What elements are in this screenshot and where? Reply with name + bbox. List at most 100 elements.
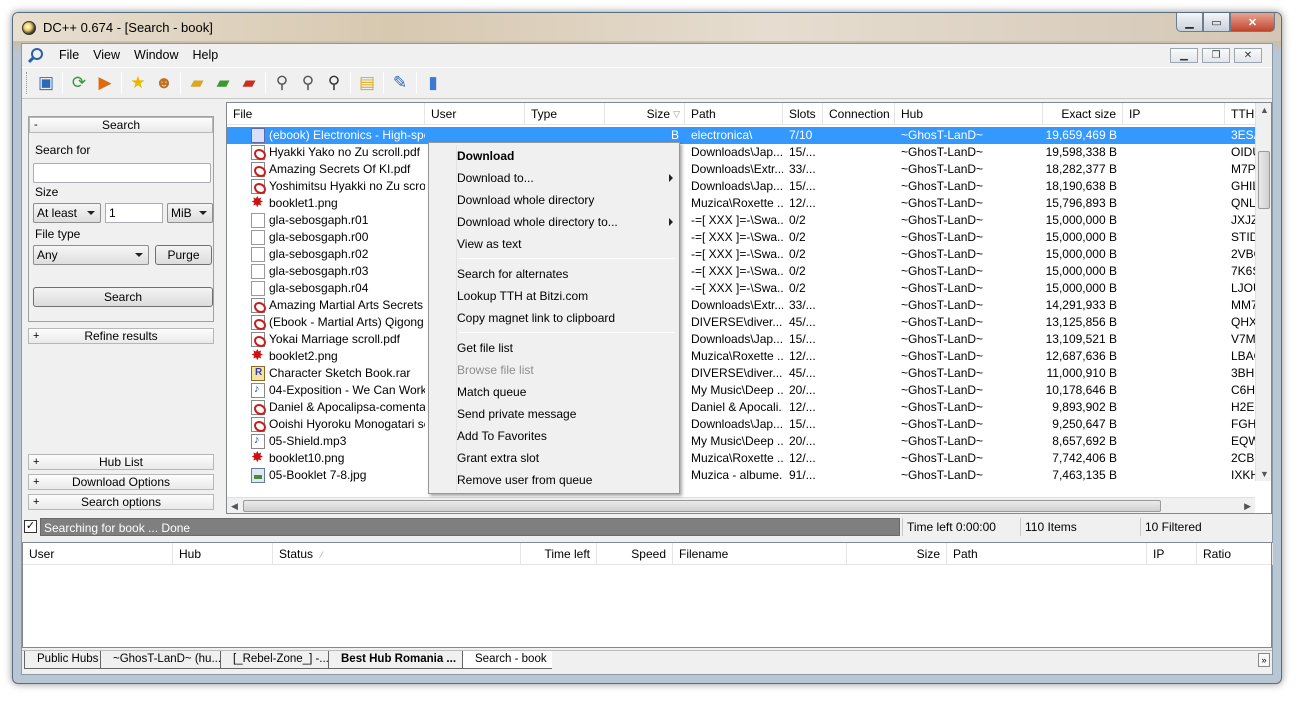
menu-item-download-to[interactable]: Download to... — [457, 167, 677, 189]
search-icon[interactable]: ⚲ — [269, 70, 295, 96]
table-row[interactable]: Ooishi Hyoroku Monogatari scr...BDownloa… — [227, 416, 1260, 433]
menu-view[interactable]: View — [86, 48, 127, 62]
menu-window[interactable]: Window — [127, 48, 185, 62]
finished-downloads-icon[interactable]: ▰ — [210, 70, 236, 96]
reconnect-icon[interactable]: ⟳ — [66, 70, 92, 96]
col-size[interactable]: Size ▽ — [605, 103, 685, 125]
table-row[interactable]: gla-sebosgaph.r04B-=[ XXX ]=-\Swa...0/2~… — [227, 280, 1262, 297]
col-file[interactable]: File — [227, 103, 425, 125]
menu-item-view-as-text[interactable]: View as text — [457, 233, 677, 255]
title-bar[interactable]: DC++ 0.674 - [Search - book] ▁ ▭ ✕ — [13, 13, 1281, 41]
table-row[interactable]: gla-sebosgaph.r01B-=[ XXX ]=-\Swa...0/2~… — [227, 212, 1258, 229]
table-row[interactable]: booklet10.pngBMuzica\Roxette ...12/...~G… — [227, 448, 1263, 467]
public-hubs-icon[interactable]: ▣ — [33, 70, 59, 96]
col-path[interactable]: Path — [685, 103, 783, 125]
minimize-button[interactable]: ▁ — [1176, 13, 1203, 32]
notepad-icon[interactable]: ▮ — [420, 70, 446, 96]
mdi-minimize-button[interactable]: ▁ — [1170, 48, 1198, 63]
scroll-right-icon[interactable]: ▶ — [1244, 501, 1251, 512]
table-row[interactable]: Daniel & Apocalipsa-comentarii...BDaniel… — [227, 399, 1262, 416]
table-row[interactable]: gla-sebosgaph.r03B-=[ XXX ]=-\Swa...0/2~… — [227, 263, 1260, 280]
search-window-icon[interactable] — [28, 46, 46, 64]
adl-search-icon[interactable]: ⚲ — [295, 70, 321, 96]
toolbar-grip[interactable] — [26, 72, 29, 94]
menu-item-remove-user-from-queue[interactable]: Remove user from queue — [457, 469, 677, 491]
qcol-path[interactable]: Path — [947, 543, 1147, 565]
menu-item-search-for-alternates[interactable]: Search for alternates — [457, 263, 677, 285]
tab-best-hub-romania[interactable]: Best Hub Romania ... — [328, 651, 462, 669]
qcol-size[interactable]: Size — [847, 543, 947, 565]
col-ip[interactable]: IP — [1123, 103, 1225, 125]
qcol-ip[interactable]: IP — [1147, 543, 1197, 565]
col-exact-size[interactable]: Exact size — [1043, 103, 1123, 125]
table-row[interactable]: 05-Booklet 7-8.jpgBMuzica - albume...91/… — [227, 467, 1259, 484]
col-type[interactable]: Type — [525, 103, 605, 125]
menu-item-download[interactable]: Download — [457, 145, 677, 167]
download-options-header[interactable]: + Download Options — [28, 474, 214, 490]
table-row[interactable]: Yokai Marriage scroll.pdfBDownloads\Jap.… — [227, 331, 1262, 348]
table-row[interactable]: booklet1.pngBMuzica\Roxette ...12/...~Gh… — [227, 193, 1264, 212]
qcol-speed[interactable]: Speed — [597, 543, 673, 565]
mdi-close-button[interactable]: ✕ — [1234, 48, 1262, 63]
users-icon[interactable]: ☻ — [151, 70, 177, 96]
menu-item-copy-magnet-link-to-clipboard[interactable]: Copy magnet link to clipboard — [457, 307, 677, 329]
settings-icon[interactable]: ✎ — [387, 70, 413, 96]
tab-ghost-land[interactable]: ~GhosT-LanD~ (hu... — [100, 651, 220, 669]
menu-item-match-queue[interactable]: Match queue — [457, 381, 677, 403]
file-type-select[interactable]: Any — [33, 245, 149, 265]
favorites-icon[interactable]: ★ — [125, 70, 151, 96]
table-row[interactable]: gla-sebosgaph.r00B-=[ XXX ]=-\Swa...0/2~… — [227, 229, 1258, 246]
close-button[interactable]: ✕ — [1230, 13, 1275, 32]
tabs-overflow-icon[interactable]: » — [1258, 653, 1270, 667]
col-user[interactable]: User — [425, 103, 525, 125]
search-for-input[interactable] — [33, 163, 211, 183]
qcol-time-left[interactable]: Time left — [521, 543, 597, 565]
table-row[interactable]: (Ebook - Martial Arts) Qigong F...BDIVER… — [227, 314, 1260, 331]
qcol-status[interactable]: Status ⁄ — [273, 543, 521, 565]
table-row[interactable]: 05-Shield.mp3BMy Music\Deep ...20/...~Gh… — [227, 433, 1260, 450]
search-results-list[interactable]: File User Type Size ▽ Path Slots Connecti… — [226, 102, 1272, 514]
menu-item-download-whole-directory[interactable]: Download whole directory — [457, 189, 677, 211]
search-options-header[interactable]: + Search options — [28, 494, 214, 510]
table-row[interactable]: Amazing Secrets Of KI.pdfBDownloads\Extr… — [227, 161, 1264, 178]
purge-button[interactable]: Purge — [155, 245, 212, 265]
tab-public-hubs[interactable]: Public Hubs — [24, 651, 100, 669]
transfer-queue-list[interactable]: User Hub Status ⁄ Time left Speed Filenam… — [22, 542, 1273, 648]
size-value-input[interactable]: 1 — [105, 203, 163, 223]
menu-item-add-to-favorites[interactable]: Add To Favorites — [457, 425, 677, 447]
table-row[interactable]: Yoshimitsu Hyakki no Zu scroll...BDownlo… — [227, 178, 1259, 195]
menu-item-lookup-tth-at-bitzi-com[interactable]: Lookup TTH at Bitzi.com — [457, 285, 677, 307]
menu-item-download-whole-directory-to[interactable]: Download whole directory to... — [457, 211, 677, 233]
search-button[interactable]: Search — [33, 287, 213, 307]
open-filelist-icon[interactable]: ▤ — [354, 70, 380, 96]
results-hscroll[interactable]: ◀ ▶ — [227, 497, 1255, 513]
scroll-down-icon[interactable]: ▼ — [1260, 469, 1269, 479]
scroll-left-icon[interactable]: ◀ — [231, 501, 238, 512]
table-row[interactable]: Character Sketch Book.rarBDIVERSE\diver.… — [227, 365, 1261, 382]
table-row[interactable]: gla-sebosgaph.r02B-=[ XXX ]=-\Swa...0/2~… — [227, 246, 1262, 263]
queue-icon[interactable]: ▰ — [184, 70, 210, 96]
col-slots[interactable]: Slots — [783, 103, 823, 125]
size-mode-select[interactable]: At least — [33, 203, 101, 223]
table-row[interactable]: Amazing Martial Arts Secrets Of...BDownl… — [227, 297, 1258, 314]
vscroll-thumb[interactable] — [1258, 151, 1270, 209]
menu-item-get-file-list[interactable]: Get file list — [457, 337, 677, 359]
qcol-filename[interactable]: Filename — [673, 543, 847, 565]
table-row[interactable]: booklet2.pngBMuzica\Roxette ...12/...~Gh… — [227, 346, 1263, 365]
qcol-hub[interactable]: Hub — [173, 543, 273, 565]
tab-search-book[interactable]: Search - book — [462, 651, 552, 669]
status-checkbox[interactable]: ✓ — [24, 520, 37, 533]
menu-file[interactable]: File — [52, 48, 86, 62]
refine-results-header[interactable]: + Refine results — [28, 328, 214, 344]
follow-redirect-icon[interactable]: ▶ — [92, 70, 118, 96]
finished-uploads-icon[interactable]: ▰ — [236, 70, 262, 96]
table-row[interactable]: Hyakki Yako no Zu scroll.pdfBDownloads\J… — [227, 144, 1261, 161]
hscroll-thumb[interactable] — [243, 500, 1161, 512]
qcol-user[interactable]: User — [23, 543, 173, 565]
col-hub[interactable]: Hub — [895, 103, 1043, 125]
scroll-up-icon[interactable]: ▲ — [1260, 105, 1269, 115]
mdi-restore-button[interactable]: ❐ — [1202, 48, 1230, 63]
results-vscroll[interactable]: ▲ ▼ — [1255, 103, 1271, 481]
menu-help[interactable]: Help — [186, 48, 226, 62]
search-group-header[interactable]: - Search — [29, 117, 213, 133]
